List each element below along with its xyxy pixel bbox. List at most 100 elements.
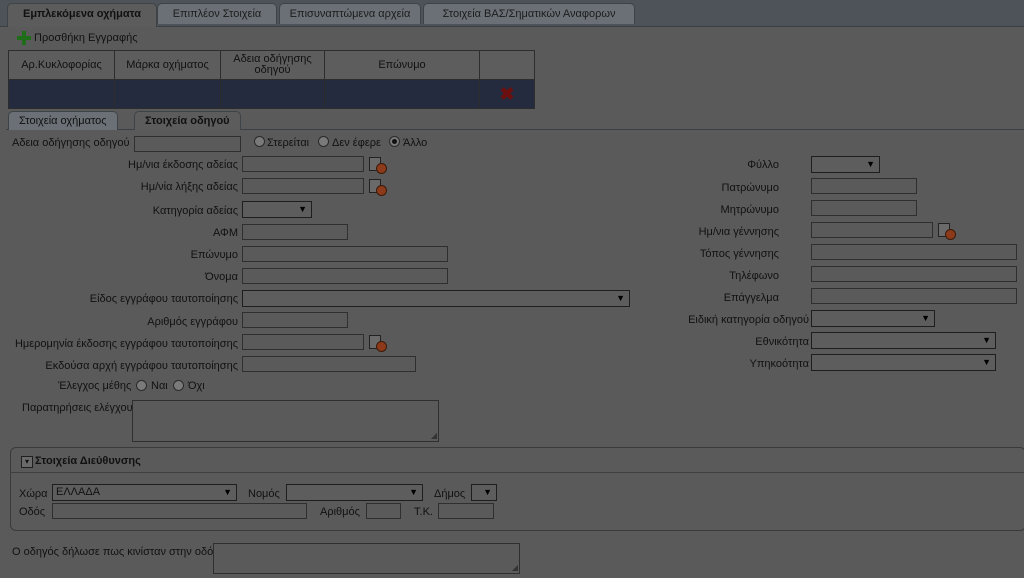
main-tab-bar: Εμπλεκόμενα οχήματα Επιπλέον Στοιχεία Επ… bbox=[0, 0, 1024, 27]
resize-grip-icon[interactable]: ◢ bbox=[431, 432, 437, 440]
table-header-row: Αρ.Κυκλοφορίας Μάρκα οχήματος Αδεια οδήγ… bbox=[8, 50, 535, 80]
dropdown-arrow-icon: ▼ bbox=[298, 204, 307, 214]
license-label: Αδεια οδήγησης οδηγού bbox=[12, 137, 130, 149]
calendar-icon[interactable] bbox=[369, 334, 387, 352]
collapse-chevron-icon[interactable]: ▾ bbox=[21, 456, 33, 468]
col-header-plate[interactable]: Αρ.Κυκλοφορίας bbox=[8, 50, 115, 80]
expiry-date-label: Ημ/νία λήξης αδείας bbox=[140, 181, 238, 193]
prefecture-select[interactable]: ▼ bbox=[286, 484, 423, 501]
country-value: ΕΛΛΑΔΑ bbox=[56, 486, 101, 498]
issue-date-input[interactable] bbox=[242, 156, 364, 172]
street-label: Οδός bbox=[19, 506, 46, 518]
postal-code-label: Τ.Κ. bbox=[414, 506, 433, 518]
special-category-label: Ειδική κατηγορία οδηγού bbox=[688, 314, 809, 326]
calendar-icon[interactable] bbox=[369, 178, 387, 196]
radio-deprived-label: Στερείται bbox=[267, 137, 310, 149]
radio-other-label: Άλλο bbox=[403, 137, 428, 149]
father-name-input[interactable] bbox=[811, 178, 917, 194]
dropdown-arrow-icon: ▼ bbox=[982, 335, 991, 345]
dropdown-arrow-icon: ▼ bbox=[223, 487, 232, 497]
profession-input[interactable] bbox=[811, 288, 1017, 304]
special-category-select[interactable]: ▼ bbox=[811, 310, 935, 327]
statement-textarea[interactable]: ◢ bbox=[213, 543, 520, 574]
nationality-select[interactable]: ▼ bbox=[811, 332, 996, 349]
tab-extra-info[interactable]: Επιπλέον Στοιχεία bbox=[157, 3, 277, 24]
cell-surname[interactable] bbox=[324, 79, 480, 109]
nationality-label: Εθνικότητα bbox=[755, 336, 809, 348]
table-row[interactable]: ✖ bbox=[8, 79, 535, 109]
mother-name-input[interactable] bbox=[811, 200, 917, 216]
country-label: Χώρα bbox=[19, 488, 48, 500]
cell-plate[interactable] bbox=[8, 79, 115, 109]
doc-authority-input[interactable] bbox=[242, 356, 416, 372]
radio-alcohol-no-label: Όχι bbox=[188, 380, 205, 392]
id-type-label: Είδος εγγράφου ταυτοποίησης bbox=[89, 293, 238, 305]
surname-input[interactable] bbox=[242, 246, 448, 262]
birth-place-input[interactable] bbox=[811, 244, 1017, 260]
citizenship-select[interactable]: ▼ bbox=[811, 354, 996, 371]
country-select[interactable]: ΕΛΛΑΔΑ ▼ bbox=[52, 484, 237, 501]
radio-alcohol-no[interactable] bbox=[173, 380, 184, 391]
dropdown-arrow-icon: ▼ bbox=[921, 313, 930, 323]
resize-grip-icon[interactable]: ◢ bbox=[512, 564, 518, 572]
license-input[interactable] bbox=[134, 136, 241, 152]
prefecture-label: Νομός bbox=[248, 488, 280, 500]
radio-deprived[interactable] bbox=[254, 136, 265, 147]
municipality-select[interactable]: ▼ bbox=[471, 484, 497, 501]
birth-date-input[interactable] bbox=[811, 222, 933, 238]
col-header-surname[interactable]: Επώνυμο bbox=[324, 50, 480, 80]
calendar-icon[interactable] bbox=[938, 222, 956, 240]
tab-reports[interactable]: Στοιχεία ΒΑΣ/Σηματικών Αναφορων bbox=[423, 3, 635, 24]
delete-icon[interactable]: ✖ bbox=[479, 79, 535, 109]
dropdown-arrow-icon: ▼ bbox=[483, 487, 492, 497]
phone-label: Τηλέφωνο bbox=[729, 270, 779, 282]
doc-authority-label: Εκδούσα αρχή εγγράφου ταυτοποίησης bbox=[45, 360, 238, 372]
doc-issue-date-label: Ημερομηνία έκδοσης εγγράφου ταυτοποίησης bbox=[14, 338, 238, 350]
cell-license[interactable] bbox=[220, 79, 325, 109]
tab-involved-vehicles[interactable]: Εμπλεκόμενα οχήματα bbox=[7, 3, 157, 27]
birth-place-label: Τόπος γέννησης bbox=[699, 248, 779, 260]
gender-label: Φύλλο bbox=[747, 159, 779, 171]
radio-other[interactable] bbox=[389, 136, 400, 147]
id-type-select[interactable]: ▼ bbox=[242, 290, 630, 307]
birth-date-label: Ημ/νια γέννησης bbox=[698, 226, 779, 238]
doc-issue-date-input[interactable] bbox=[242, 334, 364, 350]
radio-not-carried-label: Δεν έφερε bbox=[332, 137, 381, 149]
remarks-label: Παρατηρήσεις ελέγχου bbox=[22, 402, 133, 414]
col-header-license[interactable]: Αδεια οδήγησης οδηγού bbox=[220, 50, 325, 80]
expiry-date-input[interactable] bbox=[242, 178, 364, 194]
radio-not-carried[interactable] bbox=[318, 136, 329, 147]
tab-vehicle-details[interactable]: Στοιχεία οχήματος bbox=[8, 111, 118, 130]
doc-number-label: Αριθμός εγγράφου bbox=[147, 316, 238, 328]
street-input[interactable] bbox=[52, 503, 307, 519]
address-title: Στοιχεία Διεύθυνσης bbox=[35, 455, 141, 467]
category-label: Κατηγορία αδείας bbox=[152, 205, 238, 217]
mother-name-label: Μητρώνυμο bbox=[720, 204, 779, 216]
gender-select[interactable]: ▼ bbox=[811, 156, 880, 173]
cell-brand[interactable] bbox=[114, 79, 221, 109]
doc-number-input[interactable] bbox=[242, 312, 348, 328]
address-section-header bbox=[10, 447, 1024, 473]
sub-tab-bar: Στοιχεία οχήματος Στοιχεία οδηγού bbox=[6, 109, 1024, 130]
radio-alcohol-yes-label: Ναι bbox=[151, 380, 168, 392]
tab-attachments[interactable]: Επισυναπτώμενα αρχεία bbox=[279, 3, 421, 24]
afm-input[interactable] bbox=[242, 224, 348, 240]
tab-driver-details[interactable]: Στοιχεία οδηγού bbox=[134, 111, 241, 130]
alcohol-check-label: Έλεγχος μέθης bbox=[58, 380, 132, 392]
add-record-button[interactable]: Προσθήκη Εγγραφής bbox=[17, 30, 138, 46]
calendar-icon[interactable] bbox=[369, 156, 387, 174]
add-record-label: Προσθήκη Εγγραφής bbox=[34, 32, 138, 44]
number-input[interactable] bbox=[366, 503, 401, 519]
col-header-brand[interactable]: Μάρκα οχήματος bbox=[114, 50, 221, 80]
municipality-label: Δήμος bbox=[434, 488, 466, 500]
vehicles-table: Αρ.Κυκλοφορίας Μάρκα οχήματος Αδεια οδήγ… bbox=[8, 50, 535, 109]
radio-alcohol-yes[interactable] bbox=[136, 380, 147, 391]
surname-label: Επώνυμο bbox=[190, 249, 238, 261]
category-select[interactable]: ▼ bbox=[242, 201, 312, 218]
postal-code-input[interactable] bbox=[438, 503, 494, 519]
phone-input[interactable] bbox=[811, 266, 1017, 282]
remarks-textarea[interactable]: ◢ bbox=[132, 400, 439, 442]
dropdown-arrow-icon: ▼ bbox=[866, 159, 875, 169]
plus-icon bbox=[17, 31, 31, 46]
name-input[interactable] bbox=[242, 268, 448, 284]
